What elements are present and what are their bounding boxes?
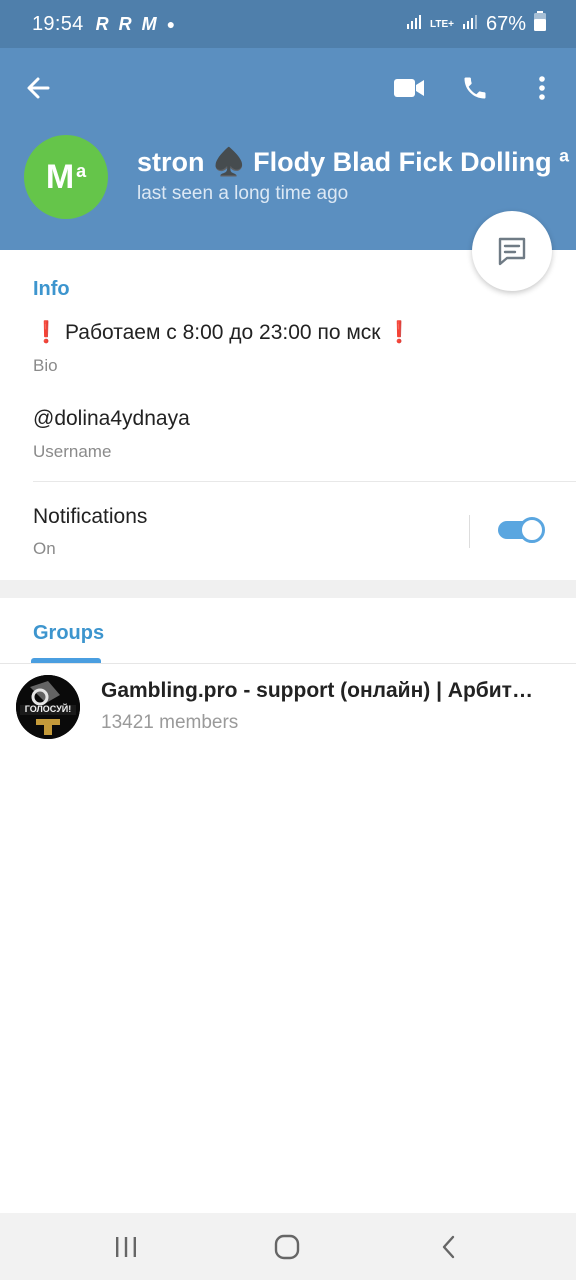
section-gap	[0, 580, 576, 598]
system-nav-bar	[0, 1213, 576, 1280]
arrow-left-icon	[27, 77, 50, 99]
home-button[interactable]	[265, 1225, 309, 1269]
phone-icon	[464, 77, 486, 99]
status-time: 19:54	[32, 12, 84, 35]
signal-icon	[406, 13, 422, 36]
username-value[interactable]: @dolina4ydnaya	[33, 407, 190, 431]
last-seen-status: last seen a long time ago	[137, 183, 349, 204]
tab-groups[interactable]: Groups	[33, 622, 104, 645]
profile-avatar[interactable]: Ma	[24, 135, 108, 219]
status-right: LTE+ 67%	[406, 11, 546, 37]
system-back-button[interactable]	[427, 1225, 471, 1269]
recent-apps-icon	[116, 1237, 136, 1257]
more-notifications-dot-icon: ●	[166, 16, 176, 32]
username-label: Username	[33, 442, 112, 461]
phone-call-button[interactable]	[453, 66, 497, 110]
more-options-button[interactable]	[520, 66, 564, 110]
lte-icon: LTE+	[429, 18, 454, 30]
notification-r-icon: R	[118, 13, 132, 34]
battery-percent: 67%	[485, 12, 526, 35]
group-avatar-text: ГОЛОСУЙ!	[24, 704, 72, 714]
groups-tab-area: Groups	[0, 598, 576, 664]
divider	[33, 481, 576, 482]
list-item[interactable]: ГОЛОСУЙ! Gambling.pro - support (онлайн)…	[0, 665, 576, 749]
info-section: Info ❗ Работаем с 8:00 до 23:00 по мск ❗…	[0, 250, 576, 580]
vertical-divider	[469, 515, 470, 548]
tab-divider	[0, 663, 576, 664]
notification-m-icon: M	[141, 13, 157, 34]
avatar-initials: M	[45, 157, 75, 196]
group-name: Gambling.pro - support (онлайн) | Арбитр…	[101, 679, 541, 702]
recent-apps-button[interactable]	[104, 1225, 148, 1269]
video-call-button[interactable]	[387, 66, 431, 110]
battery-icon	[534, 11, 546, 37]
group-members: 13421 members	[101, 712, 239, 733]
profile-name: stron ♠️ Flody Blad Fick Dolling ª	[137, 147, 570, 177]
exclamation-icon: ❗	[33, 321, 60, 344]
notifications-toggle[interactable]	[498, 517, 546, 543]
bio-text: Работаем с 8:00 до 23:00 по мск	[65, 321, 381, 344]
notification-icons: R R M ●	[96, 14, 175, 35]
toggle-knob	[519, 517, 545, 543]
video-call-icon	[394, 79, 424, 97]
more-vertical-icon	[539, 76, 545, 100]
back-button[interactable]	[16, 66, 60, 110]
notification-r-icon: R	[95, 13, 109, 34]
bio-label: Bio	[33, 356, 58, 375]
back-icon	[442, 1235, 455, 1259]
exclamation-icon: ❗	[386, 321, 413, 344]
info-section-title: Info	[33, 278, 70, 300]
home-icon	[274, 1234, 300, 1260]
signal-2-icon	[462, 13, 478, 36]
avatar-superscript: a	[76, 160, 87, 181]
send-message-button[interactable]	[472, 211, 552, 291]
status-bar: 19:54 R R M ● LTE+ 67%	[0, 0, 576, 48]
bio-text-row[interactable]: ❗ Работаем с 8:00 до 23:00 по мск ❗	[33, 321, 412, 345]
message-icon	[498, 237, 526, 266]
notifications-state: On	[33, 539, 56, 558]
notifications-title[interactable]: Notifications	[33, 505, 147, 529]
group-avatar: ГОЛОСУЙ!	[16, 675, 80, 739]
